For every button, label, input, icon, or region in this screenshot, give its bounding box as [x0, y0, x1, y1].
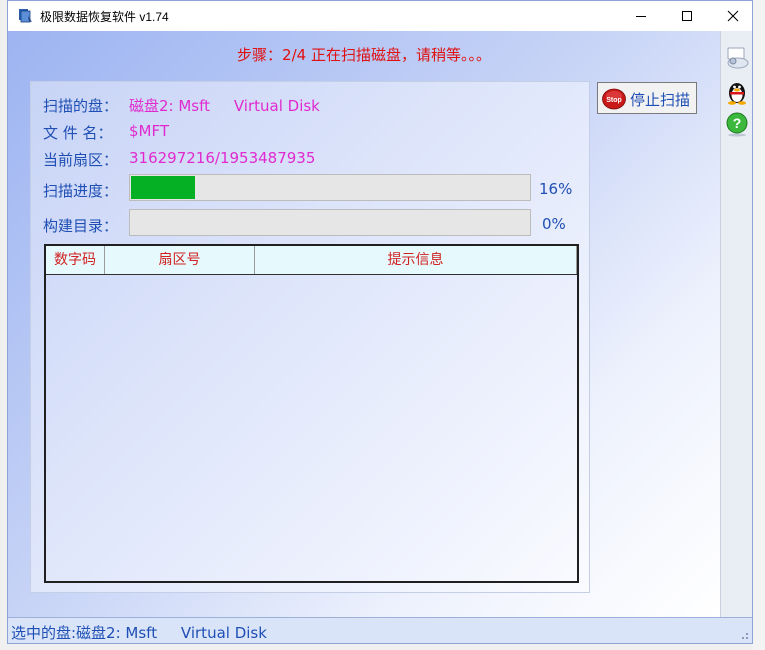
- window-title: 极限数据恢复软件 v1.74: [40, 10, 169, 24]
- scan-disk-label: 扫描的盘：: [43, 97, 119, 115]
- side-toolbar: ?: [720, 31, 752, 617]
- column-header-sector[interactable]: 扇区号: [105, 246, 255, 274]
- svg-text:Stop: Stop: [606, 97, 622, 104]
- file-name-value: $MFT: [129, 122, 170, 140]
- build-directory-label: 构建目录：: [43, 217, 119, 235]
- maximize-button[interactable]: [664, 1, 710, 31]
- current-sector-label: 当前扇区：: [43, 151, 119, 169]
- minimize-button[interactable]: [618, 1, 664, 31]
- title-bar[interactable]: 极限数据恢复软件 v1.74: [8, 1, 752, 31]
- selected-disk-status: 选中的盘:磁盘2: Msft Virtual Disk: [11, 624, 267, 642]
- build-progress-percent: 0%: [542, 215, 566, 233]
- minimize-icon: [636, 16, 646, 17]
- status-bar: 选中的盘:磁盘2: Msft Virtual Disk: [8, 617, 752, 643]
- results-table-header: 数字码 扇区号 提示信息: [46, 246, 577, 275]
- scan-progress-label: 扫描进度：: [43, 182, 119, 200]
- stop-scan-button[interactable]: Stop 停止扫描: [597, 82, 697, 114]
- qq-penguin-icon[interactable]: [724, 79, 750, 105]
- scan-progress-bar: [129, 174, 531, 201]
- column-header-code[interactable]: 数字码: [46, 246, 105, 274]
- current-sector-value: 316297216/1953487935: [129, 149, 316, 167]
- scan-progress-percent: 16%: [539, 180, 573, 198]
- app-icon: [19, 9, 32, 23]
- close-icon: [727, 10, 739, 22]
- stop-scan-label: 停止扫描: [630, 91, 691, 109]
- step-status-title: 步骤：2/4 正在扫描磁盘，请稍等。。。: [237, 46, 491, 64]
- background-app-right: [752, 0, 765, 650]
- column-header-message[interactable]: 提示信息: [255, 246, 577, 274]
- scan-disk-value: 磁盘2: Msft Virtual Disk: [129, 97, 320, 115]
- build-progress-bar: [129, 209, 531, 236]
- client-area: 步骤：2/4 正在扫描磁盘，请稍等。。。 扫描的盘： 磁盘2: Msft Vir…: [8, 31, 720, 617]
- scan-progress-fill: [131, 176, 195, 199]
- help-icon[interactable]: ?: [724, 111, 750, 137]
- stop-sign-icon: Stop: [602, 88, 626, 110]
- file-name-label: 文 件 名：: [43, 124, 113, 142]
- close-button[interactable]: [710, 1, 756, 31]
- results-table[interactable]: 数字码 扇区号 提示信息: [44, 244, 579, 583]
- scan-info-panel: 扫描的盘： 磁盘2: Msft Virtual Disk 文 件 名： $MFT…: [30, 81, 590, 593]
- app-window: 极限数据恢复软件 v1.74 步骤：2/4 正在扫描磁盘，请稍等。。。 扫描的盘…: [7, 0, 753, 644]
- svg-text:?: ?: [733, 115, 742, 131]
- settings-cloud-icon[interactable]: [724, 45, 750, 71]
- maximize-icon: [682, 11, 692, 21]
- resize-grip-icon[interactable]: [738, 629, 750, 641]
